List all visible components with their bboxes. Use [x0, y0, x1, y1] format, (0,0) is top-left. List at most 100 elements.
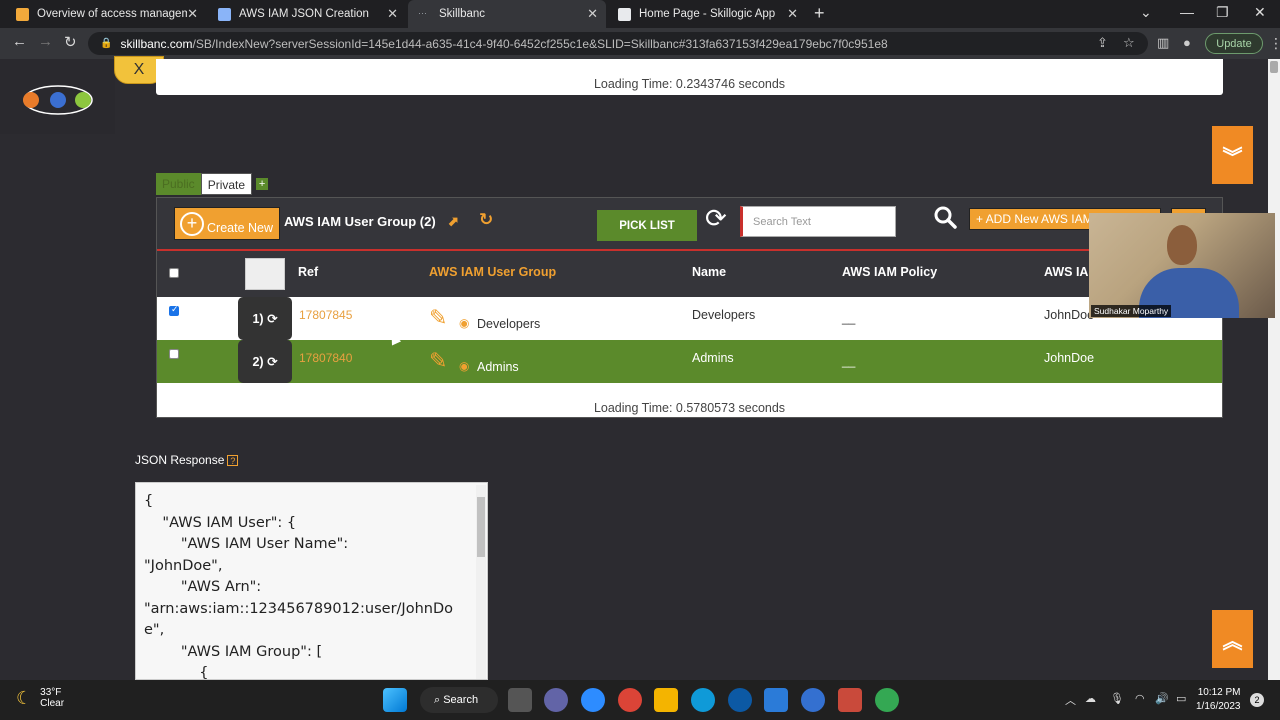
microphone-icon[interactable]: 🎙: [1110, 692, 1124, 705]
profile-icon[interactable]: ●: [1183, 35, 1191, 50]
cloud-icon[interactable]: ☁: [1085, 692, 1096, 705]
tab-search-chevron-icon[interactable]: ⌄: [1140, 4, 1152, 21]
loading-favicon-icon: ···: [418, 7, 427, 18]
double-chevron-up-icon: ︽: [1222, 630, 1243, 653]
open-external-icon[interactable]: ⬈: [447, 213, 459, 230]
close-tab-icon[interactable]: ✕: [787, 6, 798, 22]
table-row[interactable]: 2) ⟳ 17807840 ✎ ◉ Admins Admins __ JohnD…: [157, 340, 1222, 383]
menu-kebab-icon[interactable]: ⋮: [1269, 35, 1280, 52]
share-icon[interactable]: ⇪: [1097, 35, 1108, 51]
store-icon[interactable]: [764, 688, 788, 712]
ref-link[interactable]: 17807840: [299, 351, 352, 365]
pencil-edit-icon[interactable]: ✎: [429, 305, 447, 331]
scroll-down-button[interactable]: ︾: [1212, 126, 1253, 184]
video-call-overlay[interactable]: Sudhakar Moparthy: [1089, 213, 1275, 318]
group-value: Developers: [477, 317, 541, 331]
json-response-textarea[interactable]: { "AWS IAM User": { "AWS IAM User Name":…: [135, 482, 488, 680]
bookmark-star-icon[interactable]: ☆: [1123, 35, 1135, 51]
row-checkbox[interactable]: [169, 304, 179, 316]
windows-start-icon[interactable]: [383, 688, 407, 712]
col-name[interactable]: Name: [692, 265, 726, 279]
address-bar[interactable]: 🔒 skillbanc.com/SB/IndexNew?serverSessio…: [88, 32, 1148, 55]
windows-taskbar: ☾ 33°F Clear ⌕ Search ︿ ☁ 🎙 ◠ 🔊 ▭ 10:12 …: [0, 680, 1280, 720]
system-clock[interactable]: 10:12 PM 1/16/2023: [1196, 686, 1241, 714]
document-favicon-icon: [618, 7, 631, 21]
notification-badge[interactable]: 2: [1250, 693, 1264, 707]
page-scrollbar[interactable]: [1268, 59, 1280, 680]
scroll-up-button[interactable]: ︽: [1212, 610, 1253, 668]
search-input[interactable]: Search Text: [740, 206, 896, 237]
tab-skillbanc[interactable]: ··· Skillbanc ✕: [408, 0, 606, 28]
close-tab-icon[interactable]: ✕: [187, 6, 198, 22]
col-policy[interactable]: AWS IAM Policy: [842, 265, 937, 279]
ref-link[interactable]: 17807845: [299, 308, 352, 322]
policy-value: __: [842, 354, 856, 368]
row-checkbox[interactable]: [169, 349, 179, 359]
office-icon[interactable]: [838, 688, 862, 712]
maximize-icon[interactable]: ❐: [1216, 4, 1229, 21]
new-tab-icon[interactable]: +: [814, 3, 825, 24]
policy-value: __: [842, 311, 856, 325]
wifi-icon[interactable]: ◠: [1135, 692, 1145, 705]
json-scroll-thumb[interactable]: [477, 497, 485, 557]
tab-overview[interactable]: Overview of access management: ✕: [6, 0, 206, 28]
presenter-head: [1167, 225, 1197, 265]
image-placeholder: [245, 258, 285, 290]
update-button[interactable]: Update: [1205, 33, 1263, 54]
create-new-button[interactable]: + Create New: [174, 207, 280, 240]
grid-title: AWS IAM User Group (2): [284, 214, 436, 229]
edge-icon[interactable]: [728, 688, 752, 712]
group-value: Admins: [477, 360, 519, 374]
eye-view-icon[interactable]: ◉: [459, 359, 469, 373]
weather-widget[interactable]: ☾ 33°F Clear: [16, 687, 64, 709]
close-tab-icon[interactable]: ✕: [387, 6, 398, 22]
tab-public[interactable]: Public: [156, 173, 201, 195]
name-value: Developers: [692, 308, 756, 322]
scrollbar-thumb[interactable]: [1270, 61, 1278, 73]
forward-arrow-icon[interactable]: →: [38, 33, 53, 50]
reload-icon[interactable]: ↻: [64, 33, 77, 51]
select-all-checkbox[interactable]: [169, 268, 179, 278]
app-q-icon[interactable]: [801, 688, 825, 712]
row-number-badge[interactable]: 2) ⟳: [238, 340, 292, 383]
eye-view-icon[interactable]: ◉: [459, 316, 469, 330]
refresh-small-icon[interactable]: ↻: [479, 210, 493, 230]
taskbar-search[interactable]: ⌕ Search: [420, 687, 498, 713]
col-user-group[interactable]: AWS IAM User Group: [429, 265, 556, 279]
refresh-large-icon[interactable]: ⟳: [705, 203, 727, 234]
tab-skillogic[interactable]: Home Page - Skillogic App ✕: [608, 0, 806, 28]
app-logo[interactable]: [0, 59, 115, 134]
pick-list-button[interactable]: PICK LIST: [597, 210, 697, 241]
zoom-icon[interactable]: [581, 688, 605, 712]
side-panel-icon[interactable]: ▥: [1157, 35, 1169, 51]
volume-icon[interactable]: 🔊: [1155, 692, 1169, 705]
user-value: JohnDoe: [1044, 308, 1095, 322]
cortana-icon[interactable]: [691, 688, 715, 712]
battery-icon[interactable]: ▭: [1176, 692, 1186, 705]
browser-toolbar: ← → ↻ 🔒 skillbanc.com/SB/IndexNew?server…: [0, 28, 1280, 59]
pencil-edit-icon[interactable]: ✎: [429, 348, 447, 374]
row-number-badge[interactable]: 1) ⟳: [238, 297, 292, 340]
tray-chevron-icon[interactable]: ︿: [1065, 692, 1076, 708]
minimize-icon[interactable]: —: [1180, 4, 1194, 20]
table-row[interactable]: 1) ⟳ 17807845 ✎ ◉ Developers Developers …: [157, 297, 1222, 340]
window-close-icon[interactable]: ✕: [1254, 4, 1266, 21]
user-group-grid: + Create New AWS IAM User Group (2) ⬈ ↻ …: [156, 197, 1223, 418]
back-arrow-icon[interactable]: ←: [12, 33, 27, 50]
teams-icon[interactable]: [544, 688, 568, 712]
help-icon[interactable]: ?: [227, 455, 239, 466]
skillbanc-logo-icon: [23, 85, 93, 115]
col-ref[interactable]: Ref: [298, 265, 318, 279]
task-view-icon[interactable]: [508, 688, 532, 712]
json-scrollbar[interactable]: [476, 485, 486, 679]
tab-iam-json[interactable]: AWS IAM JSON Creation ✕: [208, 0, 406, 28]
add-scope-icon[interactable]: +: [256, 178, 269, 190]
search-icon[interactable]: [933, 205, 957, 229]
lock-icon: 🔒: [100, 38, 113, 49]
chrome-alt-icon[interactable]: [875, 688, 899, 712]
page-favicon-icon: [218, 7, 231, 21]
close-tab-icon[interactable]: ✕: [587, 6, 598, 22]
file-explorer-icon[interactable]: [654, 688, 678, 712]
tab-private[interactable]: Private: [200, 173, 253, 195]
chrome-icon[interactable]: [618, 688, 642, 712]
